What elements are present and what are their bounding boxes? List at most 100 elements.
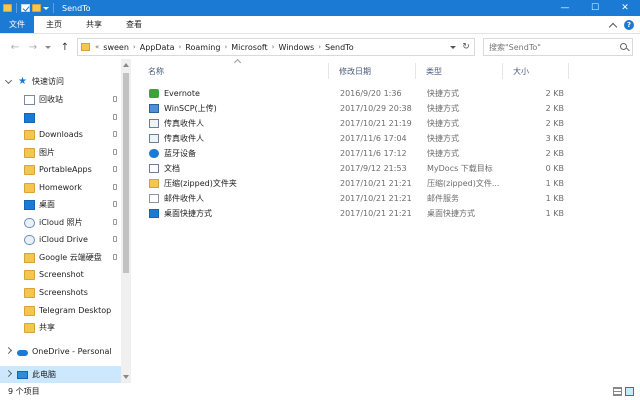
minimize-button[interactable]: —: [550, 0, 580, 16]
breadcrumb-separator[interactable]: ›: [133, 43, 136, 51]
scrollbar-thumb[interactable]: [123, 73, 129, 273]
file-date: 2017/11/6 17:12: [340, 149, 407, 158]
sidebar-item-label: iCloud Drive: [39, 235, 88, 244]
file-name: 压缩(zipped)文件夹: [164, 179, 237, 188]
file-name: 传真收件人: [164, 134, 204, 143]
breadcrumb-windows[interactable]: Windows: [278, 43, 314, 52]
sidebar-item-icloud-photos[interactable]: iCloud 照片: [0, 214, 121, 231]
breadcrumb-roaming[interactable]: Roaming: [185, 43, 220, 52]
sidebar-item-screenshot[interactable]: Screenshot: [0, 266, 121, 283]
cloud-icon: [24, 234, 35, 245]
desktop-icon: [24, 112, 35, 123]
ribbon-right-controls: ?: [608, 20, 634, 31]
file-type: 邮件服务: [427, 194, 459, 203]
file-size: 1 KB: [545, 194, 564, 203]
scroll-up-arrow-icon[interactable]: [123, 63, 129, 67]
breadcrumb-sween[interactable]: sween: [103, 43, 129, 52]
search-input[interactable]: 搜索"SendTo": [483, 38, 633, 56]
file-row[interactable]: 文档 2017/9/12 21:53 MyDocs 下载目标 0 KB: [138, 161, 598, 176]
onedrive-icon: [17, 349, 28, 356]
sidebar-item-this-pc[interactable]: 此电脑: [0, 366, 121, 383]
navigation-pane: ★ 快速访问 回收站 Downloads 图片 PortableApps Hom…: [0, 59, 121, 383]
breadcrumb-separator[interactable]: ›: [224, 43, 227, 51]
sidebar-item-onedrive[interactable]: OneDrive - Personal: [0, 343, 121, 360]
column-header-name[interactable]: 名称: [138, 63, 329, 79]
expand-chevron-icon[interactable]: [4, 76, 13, 85]
address-bar[interactable]: « sween › AppData › Roaming › Microsoft …: [77, 38, 475, 56]
tab-view[interactable]: 查看: [114, 16, 154, 33]
sidebar-item-label: 此电脑: [32, 370, 56, 379]
file-row[interactable]: 传真收件人 2017/11/6 17:04 快捷方式 3 KB: [138, 131, 598, 146]
navigation-pane-scrollbar[interactable]: [121, 59, 131, 383]
folder-icon: [3, 4, 12, 12]
back-button[interactable]: ←: [8, 40, 22, 54]
pin-icon: [113, 201, 117, 207]
breadcrumb-separator[interactable]: ›: [178, 43, 181, 51]
file-row[interactable]: WinSCP(上传) 2017/10/29 20:38 快捷方式 2 KB: [138, 101, 598, 116]
customize-toolbar-chevron-icon[interactable]: [43, 5, 49, 11]
sidebar-item-pictures[interactable]: 图片: [0, 144, 121, 161]
file-type: 压缩(zipped)文件...: [427, 179, 500, 188]
folder-icon: [81, 43, 90, 51]
fax-icon: [149, 134, 159, 143]
breadcrumb-separator[interactable]: ›: [272, 43, 275, 51]
breadcrumb-appdata[interactable]: AppData: [140, 43, 175, 52]
properties-icon[interactable]: [21, 4, 30, 12]
file-size: 0 KB: [545, 164, 564, 173]
breadcrumb-microsoft[interactable]: Microsoft: [231, 43, 267, 52]
column-header-type[interactable]: 类型: [416, 63, 503, 79]
maximize-button[interactable]: ☐: [580, 0, 610, 16]
sidebar-item-screenshots[interactable]: Screenshots: [0, 284, 121, 301]
file-name: 传真收件人: [164, 119, 204, 128]
new-folder-icon[interactable]: [32, 4, 41, 12]
recent-locations-chevron-icon[interactable]: [44, 40, 52, 54]
quick-access-toolbar: [0, 0, 56, 16]
sidebar-item-shared[interactable]: 共享: [0, 319, 121, 336]
sidebar-item-desktop-unlabeled[interactable]: [0, 109, 121, 126]
refresh-icon[interactable]: ↻: [460, 39, 472, 55]
sidebar-item-google-drive[interactable]: Google 云端硬盘: [0, 249, 121, 266]
breadcrumb-separator[interactable]: ›: [318, 43, 321, 51]
details-view-icon[interactable]: [613, 387, 622, 396]
tab-file[interactable]: 文件: [0, 16, 34, 33]
sidebar-item-telegram-desktop[interactable]: Telegram Desktop: [0, 302, 121, 319]
sidebar-item-icloud-drive[interactable]: iCloud Drive: [0, 231, 121, 248]
file-date: 2017/10/21 21:21: [340, 194, 412, 203]
file-row[interactable]: 邮件收件人 2017/10/21 21:21 邮件服务 1 KB: [138, 191, 598, 206]
column-header-size[interactable]: 大小: [503, 63, 569, 79]
file-row[interactable]: 桌面快捷方式 2017/10/21 21:21 桌面快捷方式 1 KB: [138, 206, 598, 221]
sidebar-item-portableapps[interactable]: PortableApps: [0, 161, 121, 178]
help-icon[interactable]: ?: [624, 20, 634, 30]
tab-share[interactable]: 共享: [74, 16, 114, 33]
sidebar-item-label: iCloud 照片: [39, 218, 83, 227]
item-count: 9 个项目: [8, 387, 40, 396]
file-type: 快捷方式: [427, 104, 459, 113]
sidebar-item-homework[interactable]: Homework: [0, 179, 121, 196]
file-row[interactable]: 传真收件人 2017/10/21 21:19 快捷方式 2 KB: [138, 116, 598, 131]
file-size: 2 KB: [545, 104, 564, 113]
collapse-ribbon-chevron-icon[interactable]: [608, 22, 618, 31]
file-date: 2017/11/6 17:04: [340, 134, 407, 143]
breadcrumb-overflow[interactable]: «: [95, 43, 99, 51]
expand-chevron-icon[interactable]: [4, 346, 13, 355]
file-name: Evernote: [164, 89, 200, 98]
expand-chevron-icon[interactable]: [4, 369, 13, 378]
sidebar-item-recycle-bin[interactable]: 回收站: [0, 91, 121, 108]
sidebar-item-quick-access[interactable]: ★ 快速访问: [0, 73, 121, 90]
file-row[interactable]: 压缩(zipped)文件夹 2017/10/21 21:21 压缩(zipped…: [138, 176, 598, 191]
close-button[interactable]: ✕: [610, 0, 640, 16]
breadcrumb-sendto[interactable]: SendTo: [325, 43, 354, 52]
scroll-down-arrow-icon[interactable]: [123, 375, 129, 379]
column-header-date[interactable]: 修改日期: [329, 63, 416, 79]
forward-button[interactable]: →: [26, 40, 40, 54]
sidebar-item-desktop[interactable]: 桌面: [0, 196, 121, 213]
sidebar-item-downloads[interactable]: Downloads: [0, 126, 121, 143]
tab-home[interactable]: 主页: [34, 16, 74, 33]
file-type: 快捷方式: [427, 149, 459, 158]
window-controls: — ☐ ✕: [550, 0, 640, 16]
file-row[interactable]: 蓝牙设备 2017/11/6 17:12 快捷方式 2 KB: [138, 146, 598, 161]
up-button[interactable]: ↑: [58, 40, 72, 54]
file-row[interactable]: Evernote 2016/9/20 1:36 快捷方式 2 KB: [138, 86, 598, 101]
large-icons-view-icon[interactable]: [625, 387, 634, 396]
address-history-chevron-icon[interactable]: [448, 39, 458, 55]
